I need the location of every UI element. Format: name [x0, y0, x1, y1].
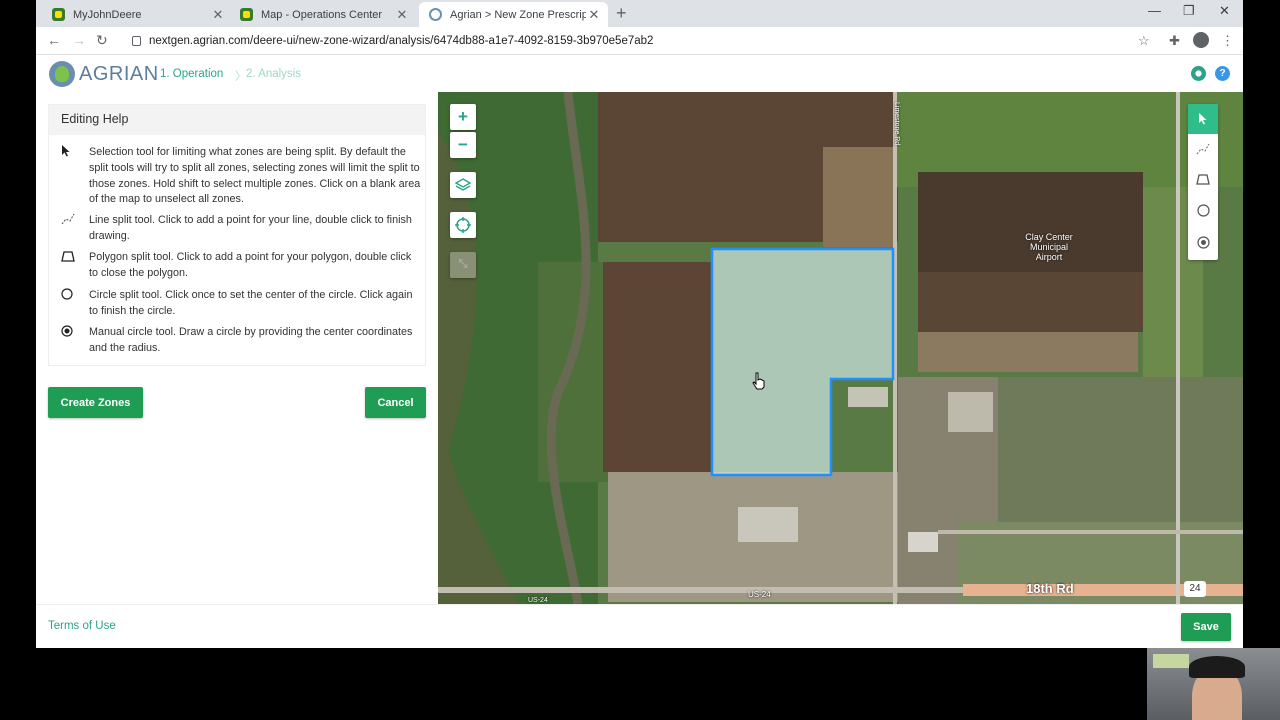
- line-split-tool-icon[interactable]: [1188, 134, 1218, 164]
- close-tab-icon[interactable]: ✕: [210, 7, 226, 23]
- presenter-cap: [1189, 656, 1245, 678]
- extensions-icon[interactable]: ✚: [1169, 33, 1180, 49]
- tab-operations-center[interactable]: Map - Operations Center ✕: [230, 2, 416, 27]
- url-field[interactable]: nextgen.agrian.com/deere-ui/new-zone-wiz…: [124, 30, 1154, 52]
- poster-image: [1153, 654, 1189, 668]
- highway-label-left: US-24: [528, 597, 548, 604]
- forward-icon[interactable]: →: [72, 32, 86, 48]
- circle-split-icon: [61, 288, 89, 320]
- highway-shield: 24: [1184, 581, 1206, 597]
- help-item-line-split: Line split tool. Click to add a point fo…: [61, 213, 421, 245]
- help-text: Circle split tool. Click once to set the…: [89, 289, 413, 317]
- logo-text: AGRIAN: [79, 62, 159, 85]
- tab-strip: MyJohnDeere ✕ Map - Operations Center ✕ …: [36, 0, 1243, 27]
- editing-help-title: Editing Help: [49, 105, 425, 135]
- left-panel: Editing Help Selection tool for limiting…: [36, 92, 438, 604]
- split-tools-toolbar: [1188, 104, 1218, 260]
- cursor-arrow-icon: [61, 145, 89, 208]
- manual-circle-icon: [61, 325, 89, 357]
- back-icon[interactable]: ←: [47, 32, 61, 48]
- zoom-out-button[interactable]: −: [450, 132, 476, 158]
- hand-cursor-icon: [752, 372, 766, 395]
- new-tab-icon[interactable]: +: [616, 3, 627, 24]
- help-text: Polygon split tool. Click to add a point…: [89, 251, 412, 279]
- save-button[interactable]: Save: [1181, 613, 1231, 641]
- help-text: Selection tool for limiting what zones a…: [89, 146, 421, 206]
- agrian-favicon-icon: [429, 8, 442, 21]
- line-split-icon: [61, 213, 89, 245]
- close-tab-icon[interactable]: ✕: [586, 7, 602, 23]
- step-analysis[interactable]: 2. Analysis: [246, 68, 301, 80]
- tab-agrian[interactable]: Agrian > New Zone Prescription ✕: [419, 2, 608, 27]
- restore-icon[interactable]: ❐: [1183, 3, 1195, 19]
- satellite-map[interactable]: Clay Center Municipal Airport Limestone …: [438, 92, 1243, 604]
- polygon-split-icon: [61, 250, 89, 282]
- terms-of-use-link[interactable]: Terms of Use: [48, 620, 116, 632]
- help-item-selection: Selection tool for limiting what zones a…: [61, 145, 421, 208]
- road-label-limestone: Limestone Rd: [893, 102, 900, 146]
- collapse-icon[interactable]: ⤡: [450, 252, 476, 278]
- help-icon[interactable]: ?: [1215, 66, 1230, 81]
- agrian-logo-icon: [49, 61, 75, 87]
- locate-icon[interactable]: [450, 212, 476, 238]
- step-operation[interactable]: 1. Operation: [160, 68, 223, 80]
- help-item-polygon-split: Polygon split tool. Click to add a point…: [61, 250, 421, 282]
- tab-title: MyJohnDeere: [73, 8, 142, 21]
- john-deere-favicon-icon: [240, 8, 253, 21]
- tab-title: Agrian > New Zone Prescription: [450, 8, 586, 21]
- minimize-icon[interactable]: —: [1148, 3, 1161, 18]
- menu-icon[interactable]: ⋮: [1221, 33, 1234, 49]
- browser-window: MyJohnDeere ✕ Map - Operations Center ✕ …: [36, 0, 1243, 648]
- tab-myjohndeere[interactable]: MyJohnDeere ✕: [42, 2, 232, 27]
- footer: Terms of Use Save: [36, 604, 1243, 648]
- bookmark-star-icon[interactable]: ☆: [1138, 33, 1150, 49]
- editing-help-card: Editing Help Selection tool for limiting…: [48, 104, 426, 366]
- road-label-18th: 18th Rd: [1026, 581, 1074, 596]
- lock-icon: [132, 36, 141, 46]
- help-item-circle-split: Circle split tool. Click once to set the…: [61, 288, 421, 320]
- help-text: Manual circle tool. Draw a circle by pro…: [89, 326, 413, 354]
- map-imagery: [438, 92, 1243, 604]
- address-bar-row: ← → ↻ nextgen.agrian.com/deere-ui/new-zo…: [36, 27, 1243, 55]
- manual-circle-tool-icon[interactable]: [1188, 228, 1218, 258]
- cancel-button[interactable]: Cancel: [365, 387, 426, 418]
- tab-title: Map - Operations Center: [261, 8, 383, 21]
- circle-split-tool-icon[interactable]: [1188, 196, 1218, 226]
- polygon-split-tool-icon[interactable]: [1188, 164, 1218, 194]
- john-deere-favicon-icon: [52, 8, 65, 21]
- url-text: nextgen.agrian.com/deere-ui/new-zone-wiz…: [149, 35, 654, 47]
- app-header: AGRIAN 1. Operation 〉 2. Analysis ?: [36, 55, 1243, 92]
- profile-icon[interactable]: [1193, 32, 1209, 48]
- webcam-overlay: [1147, 648, 1280, 720]
- agrian-logo[interactable]: AGRIAN: [49, 61, 159, 87]
- airport-label: Clay Center Municipal Airport: [1025, 232, 1073, 262]
- zoom-in-button[interactable]: +: [450, 104, 476, 130]
- highway-label: US-24: [748, 590, 771, 599]
- reload-icon[interactable]: ↻: [96, 32, 108, 49]
- create-zones-button[interactable]: Create Zones: [48, 387, 143, 418]
- close-tab-icon[interactable]: ✕: [394, 7, 410, 23]
- close-window-icon[interactable]: ✕: [1219, 3, 1230, 19]
- selection-tool-icon[interactable]: [1188, 104, 1218, 134]
- help-text: Line split tool. Click to add a point fo…: [89, 214, 412, 242]
- step-separator-icon: 〉: [235, 71, 247, 83]
- layers-icon[interactable]: [450, 172, 476, 198]
- help-item-manual-circle: Manual circle tool. Draw a circle by pro…: [61, 325, 421, 357]
- gear-icon[interactable]: [1191, 66, 1206, 81]
